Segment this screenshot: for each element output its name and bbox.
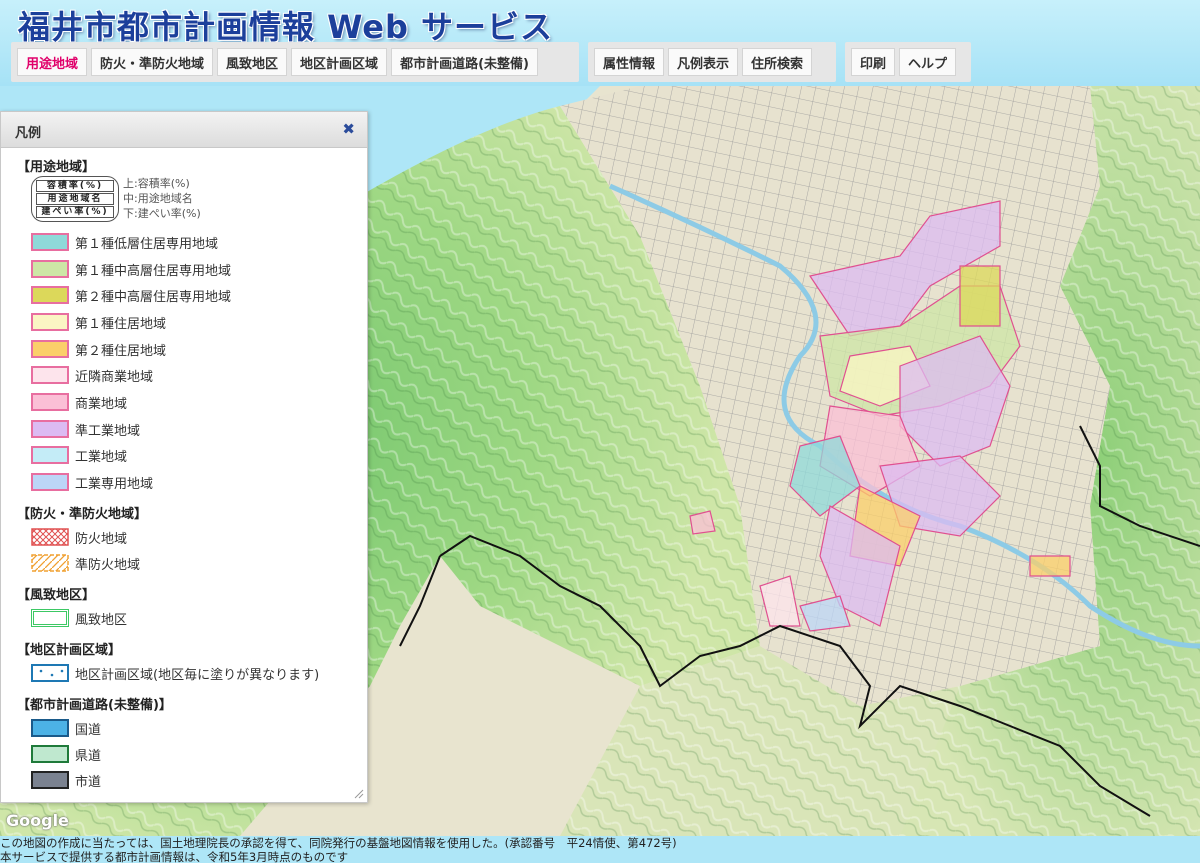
legend-swatch-chiku <box>31 664 69 682</box>
legend-section-douro-title: 【都市計画道路(未整備)】 <box>17 698 172 713</box>
legend-item: 風致地区 <box>31 608 127 628</box>
legend-item: 第１種住居地域 <box>31 312 166 332</box>
close-icon[interactable]: ✖ <box>342 120 355 138</box>
hint-row-yoseki: 容積率(%) <box>36 180 114 192</box>
legend-item: 工業地域 <box>31 445 127 465</box>
google-logo: Google <box>6 811 69 830</box>
legend-swatch <box>31 233 69 251</box>
zoning-label-hint-text: 上:容積率(%) 中:用途地域名 下:建ぺい率(%) <box>123 176 201 221</box>
legend-item-label: 近隣商業地域 <box>75 369 154 385</box>
legend-item: 商業地域 <box>31 392 127 412</box>
legend-item: 準防火地域 <box>31 553 140 573</box>
legend-section-chiku-title: 【地区計画区域】 <box>17 643 122 658</box>
layer-button-bouka[interactable]: 防火・準防火地域 <box>91 48 214 76</box>
legend-item: 第１種低層住居専用地域 <box>31 232 218 252</box>
legend-swatch <box>31 609 69 627</box>
legend-section-fuuchi-title: 【風致地区】 <box>17 588 96 603</box>
legend-swatch <box>31 286 69 304</box>
footer: この地図の作成に当たっては、国土地理院長の承認を得て、同院発行の基盤地図情報を使… <box>0 836 1200 863</box>
footer-copyright-line: この地図の作成に当たっては、国土地理院長の承認を得て、同院発行の基盤地図情報を使… <box>0 836 677 850</box>
app-header: 福井市都市計画情報 Web サービス 用途地域 防火・準防火地域 風致地区 地区… <box>0 0 1200 86</box>
legend-item: 第２種中高層住居専用地域 <box>31 285 231 305</box>
legend-header[interactable]: 凡例 ✖ <box>1 112 367 148</box>
legend-item-label: 第２種中高層住居専用地域 <box>75 289 232 305</box>
legend-panel: 凡例 ✖ 【用途地域】 容積率(%) 用途地域名 建ぺい率(%) 上:容積率(%… <box>0 111 368 803</box>
legend-swatch <box>31 340 69 358</box>
layer-button-fuuchi[interactable]: 風致地区 <box>217 48 288 76</box>
address-search-button[interactable]: 住所検索 <box>742 48 813 76</box>
legend-item: 国道 <box>31 718 101 738</box>
legend-swatch <box>31 393 69 411</box>
help-button[interactable]: ヘルプ <box>899 48 957 76</box>
legend-item-label: 第２種住居地域 <box>75 343 167 359</box>
info-toolbar: 属性情報 凡例表示 住所検索 <box>588 42 836 82</box>
legend-item-label: 防火地域 <box>75 531 128 547</box>
legend-item: 県道 <box>31 744 101 764</box>
resize-grip-icon[interactable] <box>352 787 364 799</box>
attribute-info-button[interactable]: 属性情報 <box>594 48 665 76</box>
legend-swatch <box>31 313 69 331</box>
legend-section-bouka-title: 【防火・準防火地域】 <box>17 507 148 522</box>
legend-swatch-bouka <box>31 528 69 546</box>
legend-item-label: 商業地域 <box>75 396 128 412</box>
legend-swatch <box>31 771 69 789</box>
legend-item-label: 市道 <box>75 774 102 790</box>
legend-item: 市道 <box>31 770 101 790</box>
legend-swatch <box>31 745 69 763</box>
layer-button-chiku[interactable]: 地区計画区域 <box>291 48 388 76</box>
hint-row-youto: 用途地域名 <box>36 193 114 205</box>
legend-item: 第２種住居地域 <box>31 339 166 359</box>
legend-swatch <box>31 420 69 438</box>
legend-item-label: 準工業地域 <box>75 423 141 439</box>
legend-item: 準工業地域 <box>31 419 140 439</box>
legend-swatch <box>31 446 69 464</box>
zoning-label-hint-box: 容積率(%) 用途地域名 建ぺい率(%) <box>31 176 119 222</box>
legend-item-label: 国道 <box>75 722 102 738</box>
legend-item: 防火地域 <box>31 527 127 547</box>
layer-toolbar: 用途地域 防火・準防火地域 風致地区 地区計画区域 都市計画道路(未整備) <box>11 42 579 82</box>
hint-line-middle: 中:用途地域名 <box>123 192 193 205</box>
legend-item-label: 第１種住居地域 <box>75 316 167 332</box>
legend-item-label: 工業専用地域 <box>75 476 154 492</box>
print-button[interactable]: 印刷 <box>851 48 896 76</box>
legend-item-label: 県道 <box>75 748 102 764</box>
legend-item: 工業専用地域 <box>31 472 153 492</box>
legend-item-label: 風致地区 <box>75 612 128 628</box>
footer-data-date-line: 本サービスで提供する都市計画情報は、令和5年3月時点のものです <box>0 850 349 863</box>
legend-swatch <box>31 473 69 491</box>
legend-item-label: 準防火地域 <box>75 557 141 573</box>
legend-swatch <box>31 366 69 384</box>
layer-button-douro[interactable]: 都市計画道路(未整備) <box>391 48 538 76</box>
legend-item-label: 地区計画区域(地区毎に塗りが異なります) <box>75 667 320 683</box>
legend-item-label: 第１種中高層住居専用地域 <box>75 263 232 279</box>
hint-row-kenpei: 建ぺい率(%) <box>36 206 114 218</box>
hint-line-top: 上:容積率(%) <box>123 177 190 190</box>
legend-swatch <box>31 260 69 278</box>
layer-button-youto[interactable]: 用途地域 <box>17 48 88 76</box>
legend-item-label: 第１種低層住居専用地域 <box>75 236 219 252</box>
legend-swatch <box>31 719 69 737</box>
legend-swatch-junbouka <box>31 554 69 572</box>
legend-item: 近隣商業地域 <box>31 365 153 385</box>
misc-toolbar: 印刷 ヘルプ <box>845 42 971 82</box>
legend-title: 凡例 <box>15 126 42 141</box>
legend-item: 第１種中高層住居専用地域 <box>31 259 231 279</box>
legend-item: 地区計画区域(地区毎に塗りが異なります) <box>31 663 319 683</box>
hint-line-bottom: 下:建ぺい率(%) <box>123 207 201 220</box>
legend-item-label: 工業地域 <box>75 449 128 465</box>
legend-section-youto-title: 【用途地域】 <box>17 160 96 175</box>
legend-toggle-button[interactable]: 凡例表示 <box>668 48 739 76</box>
